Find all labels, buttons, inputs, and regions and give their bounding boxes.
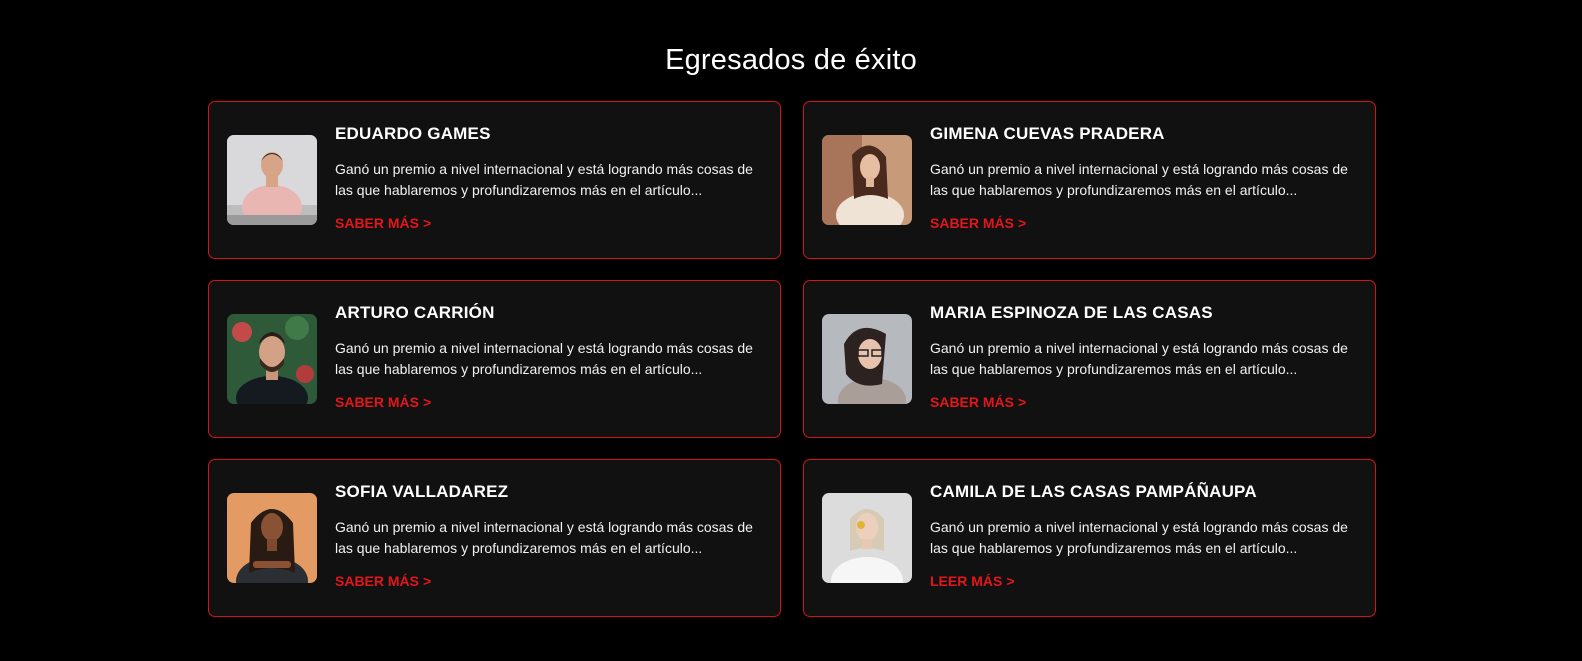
chevron-right-icon: >: [1018, 394, 1027, 410]
chevron-right-icon: >: [1006, 573, 1015, 589]
avatar: [822, 135, 912, 225]
leer-mas-link[interactable]: LEER MÁS >: [930, 572, 1015, 590]
chevron-right-icon: >: [423, 573, 432, 589]
saber-mas-link[interactable]: SABER MÁS >: [335, 214, 431, 232]
graduates-grid: EDUARDO GAMES Ganó un premio a nivel int…: [208, 101, 1376, 617]
graduate-name: EDUARDO GAMES: [335, 124, 491, 143]
graduate-description: Ganó un premio a nivel internacional y e…: [930, 340, 1348, 377]
cta-label: LEER MÁS: [930, 573, 1003, 589]
saber-mas-link[interactable]: SABER MÁS >: [335, 393, 431, 411]
graduate-description: Ganó un premio a nivel internacional y e…: [335, 161, 753, 198]
graduate-card: CAMILA DE LAS CASAS PAMPÁÑAUPA Ganó un p…: [803, 459, 1376, 617]
avatar: [822, 314, 912, 404]
graduate-description: Ganó un premio a nivel internacional y e…: [335, 340, 753, 377]
avatar: [822, 493, 912, 583]
graduate-card: GIMENA CUEVAS PRADERA Ganó un premio a n…: [803, 101, 1376, 259]
graduate-name: ARTURO CARRIÓN: [335, 303, 495, 322]
saber-mas-link[interactable]: SABER MÁS >: [930, 393, 1026, 411]
section-title: Egresados de éxito: [665, 44, 917, 76]
cta-label: SABER MÁS: [930, 215, 1015, 231]
graduate-name: CAMILA DE LAS CASAS PAMPÁÑAUPA: [930, 482, 1257, 501]
avatar: [227, 135, 317, 225]
chevron-right-icon: >: [1018, 215, 1027, 231]
cta-label: SABER MÁS: [930, 394, 1015, 410]
graduate-description: Ganó un premio a nivel internacional y e…: [335, 519, 753, 556]
graduate-name: MARIA ESPINOZA DE LAS CASAS: [930, 303, 1213, 322]
graduate-card: SOFIA VALLADAREZ Ganó un premio a nivel …: [208, 459, 781, 617]
chevron-right-icon: >: [423, 394, 432, 410]
cta-label: SABER MÁS: [335, 573, 420, 589]
graduate-description: Ganó un premio a nivel internacional y e…: [930, 161, 1348, 198]
cta-label: SABER MÁS: [335, 215, 420, 231]
avatar: [227, 314, 317, 404]
graduate-card: EDUARDO GAMES Ganó un premio a nivel int…: [208, 101, 781, 259]
chevron-right-icon: >: [423, 215, 432, 231]
graduate-description: Ganó un premio a nivel internacional y e…: [930, 519, 1348, 556]
graduate-card: ARTURO CARRIÓN Ganó un premio a nivel in…: [208, 280, 781, 438]
graduate-name: SOFIA VALLADAREZ: [335, 482, 509, 501]
cta-label: SABER MÁS: [335, 394, 420, 410]
saber-mas-link[interactable]: SABER MÁS >: [335, 572, 431, 590]
avatar: [227, 493, 317, 583]
saber-mas-link[interactable]: SABER MÁS >: [930, 214, 1026, 232]
graduate-card: MARIA ESPINOZA DE LAS CASAS Ganó un prem…: [803, 280, 1376, 438]
graduate-name: GIMENA CUEVAS PRADERA: [930, 124, 1165, 143]
